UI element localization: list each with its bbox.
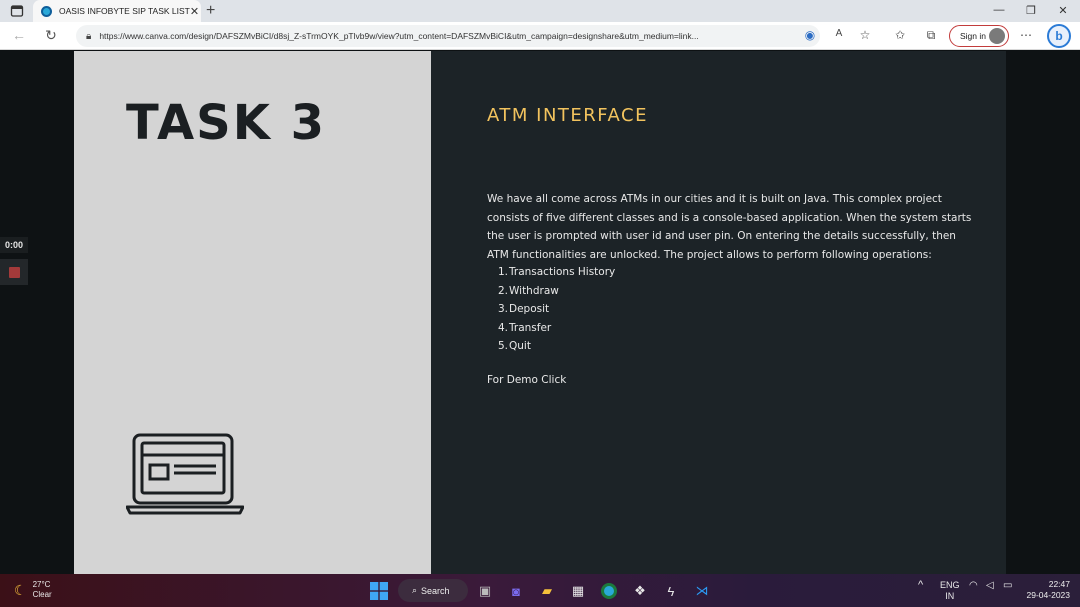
address-bar[interactable]: 🔒︎ https://www.canva.com/design/DAFSZMvB…: [76, 25, 820, 47]
browser-tab-bar: OASIS INFOBYTE SIP TASK LIST ✕ + — ❐ ✕: [0, 0, 1080, 22]
show-hidden-icons-chevron-up-icon[interactable]: ^: [918, 580, 923, 591]
task-heading: TASK 3: [126, 95, 327, 151]
search-label: Search: [421, 585, 450, 596]
taskbar-search[interactable]: ⌕ Search: [398, 579, 468, 602]
search-icon: ⌕: [412, 585, 418, 595]
recording-timer: 0:00: [0, 237, 28, 253]
browser-toolbar: ← ↻ 🔒︎ https://www.canva.com/design/DAFS…: [0, 22, 1080, 50]
url-text[interactable]: https://www.canva.com/design/DAFSZMvBiCI…: [99, 31, 820, 41]
add-favorite-icon[interactable]: ☆: [856, 28, 874, 42]
eclipse-icon[interactable]: ϟ: [660, 580, 682, 602]
windows-taskbar: ☾ 27°C Clear ⌕ Search ▣ ◙ ▰ ▦ ❖ ϟ ⋊ ^ EN…: [0, 574, 1080, 607]
clock-date: 29-04-2023: [1026, 590, 1070, 600]
dropbox-icon[interactable]: ❖: [629, 580, 651, 602]
slide-left-panel: TASK 3: [74, 51, 431, 574]
list-item: 2.Withdraw: [497, 284, 559, 297]
avatar-icon: [989, 28, 1005, 44]
tab-close-icon[interactable]: ✕: [190, 5, 199, 18]
demo-link[interactable]: For Demo Click: [487, 374, 566, 386]
file-explorer-icon[interactable]: ▰: [536, 580, 558, 602]
teams-chat-icon[interactable]: ◙: [505, 580, 527, 602]
browser-tab-active[interactable]: OASIS INFOBYTE SIP TASK LIST ✕: [33, 0, 201, 22]
clock-time: 22:47: [1048, 579, 1070, 589]
favorites-icon[interactable]: ✩: [891, 28, 909, 42]
back-arrow-icon[interactable]: ←: [10, 27, 28, 43]
laptop-icon: [126, 433, 244, 515]
weather-widget[interactable]: ☾ 27°C Clear: [14, 580, 52, 600]
refresh-icon[interactable]: ↻: [42, 27, 60, 44]
windows-logo-icon: [370, 582, 388, 600]
list-item: 3.Deposit: [497, 303, 550, 315]
weather-temperature: 27°C: [32, 580, 51, 589]
window-maximize-button[interactable]: ❐: [1021, 4, 1041, 17]
read-aloud-icon[interactable]: A: [830, 28, 848, 39]
tab-actions-icon[interactable]: [10, 4, 24, 18]
sign-in-button[interactable]: Sign in: [949, 25, 1009, 47]
battery-icon[interactable]: ▭: [1003, 580, 1012, 591]
more-options-icon[interactable]: ⋯: [1017, 28, 1035, 42]
language-indicator[interactable]: ENG IN: [940, 580, 960, 602]
collections-icon[interactable]: ⧉: [922, 28, 940, 43]
lock-icon: 🔒︎: [86, 30, 92, 42]
bing-chat-icon[interactable]: b: [1047, 24, 1071, 48]
project-description: We have all come across ATMs in our citi…: [487, 193, 972, 261]
vscode-icon[interactable]: ⋊: [691, 580, 713, 602]
edge-favicon-icon: [41, 5, 52, 17]
list-item: 5.Quit: [497, 340, 531, 352]
weather-condition: Clear: [32, 590, 52, 599]
start-button[interactable]: [368, 580, 390, 602]
list-item: 1.Transactions History: [497, 266, 616, 278]
stop-icon: [8, 266, 20, 278]
task-view-icon[interactable]: ▣: [474, 580, 496, 602]
edge-browser-icon[interactable]: [598, 580, 620, 602]
window-close-button[interactable]: ✕: [1053, 4, 1073, 17]
system-clock[interactable]: 22:47 29-04-2023: [1022, 579, 1070, 601]
volume-icon[interactable]: ◁: [986, 580, 994, 591]
operations-list: 1.Transactions History 2.Withdraw 3.Depo…: [495, 263, 615, 356]
new-tab-button[interactable]: +: [206, 2, 215, 20]
extension-badge-icon[interactable]: ◉: [801, 28, 819, 42]
microsoft-store-icon[interactable]: ▦: [567, 580, 589, 602]
window-minimize-button[interactable]: —: [989, 4, 1009, 16]
sign-in-label: Sign in: [960, 31, 986, 41]
tab-title: OASIS INFOBYTE SIP TASK LIST: [59, 6, 190, 16]
moon-icon: ☾: [14, 581, 27, 598]
stop-recording-button[interactable]: [0, 259, 28, 285]
atm-interface-title: ATM INTERFACE: [487, 105, 648, 126]
wifi-icon[interactable]: ◠: [969, 580, 978, 591]
list-item: 4.Transfer: [497, 321, 552, 334]
slide-right-panel: ATM INTERFACE We have all come across AT…: [431, 51, 1006, 574]
